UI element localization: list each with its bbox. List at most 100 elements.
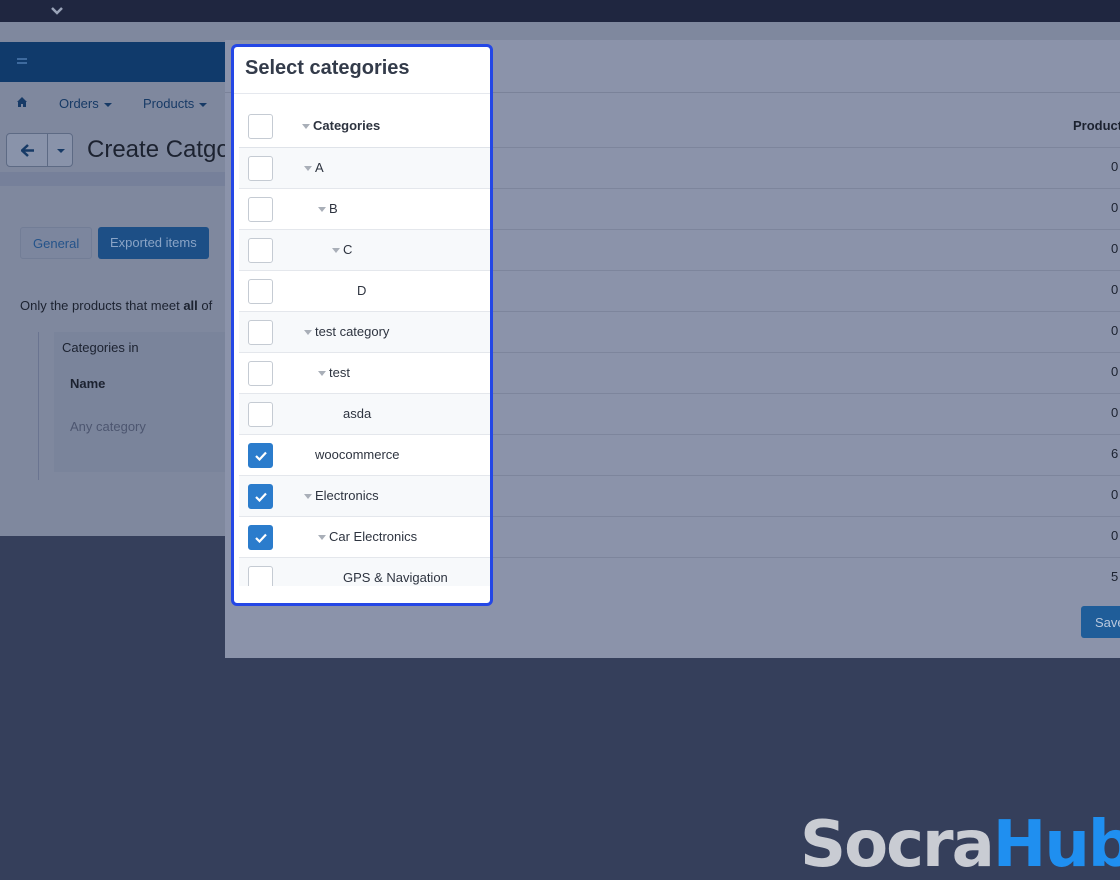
category-row-background — [493, 434, 1120, 475]
category-checkbox[interactable] — [248, 361, 273, 386]
category-checkbox[interactable] — [248, 156, 273, 181]
socrahub-logo: SocraHub — [800, 808, 1120, 880]
tab-general[interactable]: General — [20, 227, 93, 259]
category-row[interactable]: woocommerce — [239, 435, 490, 476]
category-product-count: 0 — [1111, 200, 1119, 215]
nav-orders-label: Orders — [59, 96, 99, 111]
categories-panel: Select categories Categories A B C Dtest ca… — [231, 44, 493, 606]
category-row[interactable]: asda — [239, 394, 490, 435]
category-row-background — [493, 516, 1120, 557]
category-checkbox[interactable] — [248, 566, 273, 586]
nav-products-label: Products — [143, 96, 195, 111]
category-label: A — [315, 160, 324, 175]
chevron-down-icon[interactable] — [48, 3, 66, 19]
category-label: C — [343, 242, 353, 257]
condition-line — [38, 332, 39, 480]
category-row[interactable]: Electronics — [239, 476, 490, 517]
home-icon[interactable] — [16, 96, 28, 108]
filter-text-pre: Only the products that meet — [20, 298, 184, 313]
category-checkbox[interactable] — [248, 279, 273, 304]
category-label: woocommerce — [315, 447, 400, 462]
column-categories-header: Categories — [313, 118, 381, 133]
category-label: Car Electronics — [329, 529, 418, 544]
category-row-background — [493, 147, 1120, 188]
category-row[interactable]: C — [239, 230, 490, 271]
category-row[interactable]: B — [239, 189, 490, 230]
collapse-triangle-icon[interactable] — [304, 330, 312, 335]
category-checkbox[interactable] — [248, 443, 273, 468]
top-bar — [0, 0, 1120, 22]
tab-exported-items[interactable]: Exported items — [98, 227, 209, 259]
category-row-background — [493, 393, 1120, 434]
page-title: Create Catgo — [87, 136, 227, 163]
category-checkbox[interactable] — [248, 525, 273, 550]
category-product-count: 0 — [1111, 405, 1119, 420]
logo-part2: Hub — [992, 808, 1120, 880]
category-checkbox[interactable] — [248, 402, 273, 427]
arrow-left-icon — [21, 144, 34, 157]
category-row[interactable]: test category — [239, 312, 490, 353]
category-product-count: 5 — [1111, 569, 1119, 584]
condition-title: Categories in — [62, 340, 139, 355]
collapse-triangle-icon[interactable] — [318, 207, 326, 212]
modal-title: Select categories — [245, 57, 410, 79]
category-label: asda — [343, 406, 372, 421]
cart-icon[interactable] — [16, 56, 28, 68]
logo-part1: Socra — [800, 808, 995, 880]
filter-text-post: of — [197, 298, 213, 313]
category-row[interactable]: A — [239, 148, 490, 189]
category-checkbox[interactable] — [248, 320, 273, 345]
save-button[interactable]: Save — [1081, 606, 1120, 638]
category-row[interactable]: D — [239, 271, 490, 312]
caret-down-icon — [199, 102, 208, 107]
category-row-background — [493, 475, 1120, 516]
category-product-count: 0 — [1111, 282, 1119, 297]
category-label: GPS & Navigation — [343, 570, 448, 585]
category-label: D — [357, 283, 367, 298]
category-label: B — [329, 201, 338, 216]
column-products-header: Product — [1073, 118, 1120, 133]
panel-divider — [234, 93, 490, 94]
back-button[interactable] — [6, 133, 48, 167]
collapse-triangle-icon[interactable] — [318, 535, 326, 540]
category-row-background — [493, 270, 1120, 311]
select-all-checkbox[interactable] — [248, 114, 273, 139]
caret-down-icon — [57, 149, 65, 153]
condition-any-category: Any category — [70, 419, 146, 434]
collapse-triangle-icon[interactable] — [332, 248, 340, 253]
nav-products[interactable]: Products — [143, 96, 208, 111]
caret-down-icon — [103, 102, 112, 107]
collapse-triangle-icon[interactable] — [318, 371, 326, 376]
category-label: Electronics — [315, 488, 379, 503]
category-product-count: 0 — [1111, 364, 1119, 379]
checkmark-icon — [255, 533, 267, 543]
category-row-background — [493, 311, 1120, 352]
category-row[interactable]: Car Electronics — [239, 517, 490, 558]
category-row-background — [493, 352, 1120, 393]
category-row[interactable]: GPS & Navigation — [239, 558, 490, 586]
back-dropdown-button[interactable] — [47, 133, 73, 167]
category-checkbox[interactable] — [248, 238, 273, 263]
collapse-triangle-icon[interactable] — [304, 494, 312, 499]
category-tree[interactable]: Categories A B C Dtest category test asda wooc… — [239, 106, 490, 586]
condition-name-header: Name — [70, 376, 106, 391]
category-product-count: 0 — [1111, 241, 1119, 256]
category-label: test — [329, 365, 350, 380]
category-row[interactable]: test — [239, 353, 490, 394]
category-product-count: 0 — [1111, 528, 1119, 543]
category-product-count: 0 — [1111, 159, 1119, 174]
category-product-count: 0 — [1111, 323, 1119, 338]
category-row-background — [493, 188, 1120, 229]
checkmark-icon — [255, 492, 267, 502]
category-row-background — [493, 229, 1120, 270]
category-label: test category — [315, 324, 390, 339]
category-row-background — [493, 557, 1120, 598]
collapse-triangle-icon[interactable] — [302, 124, 310, 129]
tree-header-row: Categories — [239, 106, 490, 148]
checkmark-icon — [255, 451, 267, 461]
nav-orders[interactable]: Orders — [59, 96, 112, 111]
category-product-count: 6 — [1111, 446, 1119, 461]
category-checkbox[interactable] — [248, 484, 273, 509]
collapse-triangle-icon[interactable] — [304, 166, 312, 171]
category-checkbox[interactable] — [248, 197, 273, 222]
